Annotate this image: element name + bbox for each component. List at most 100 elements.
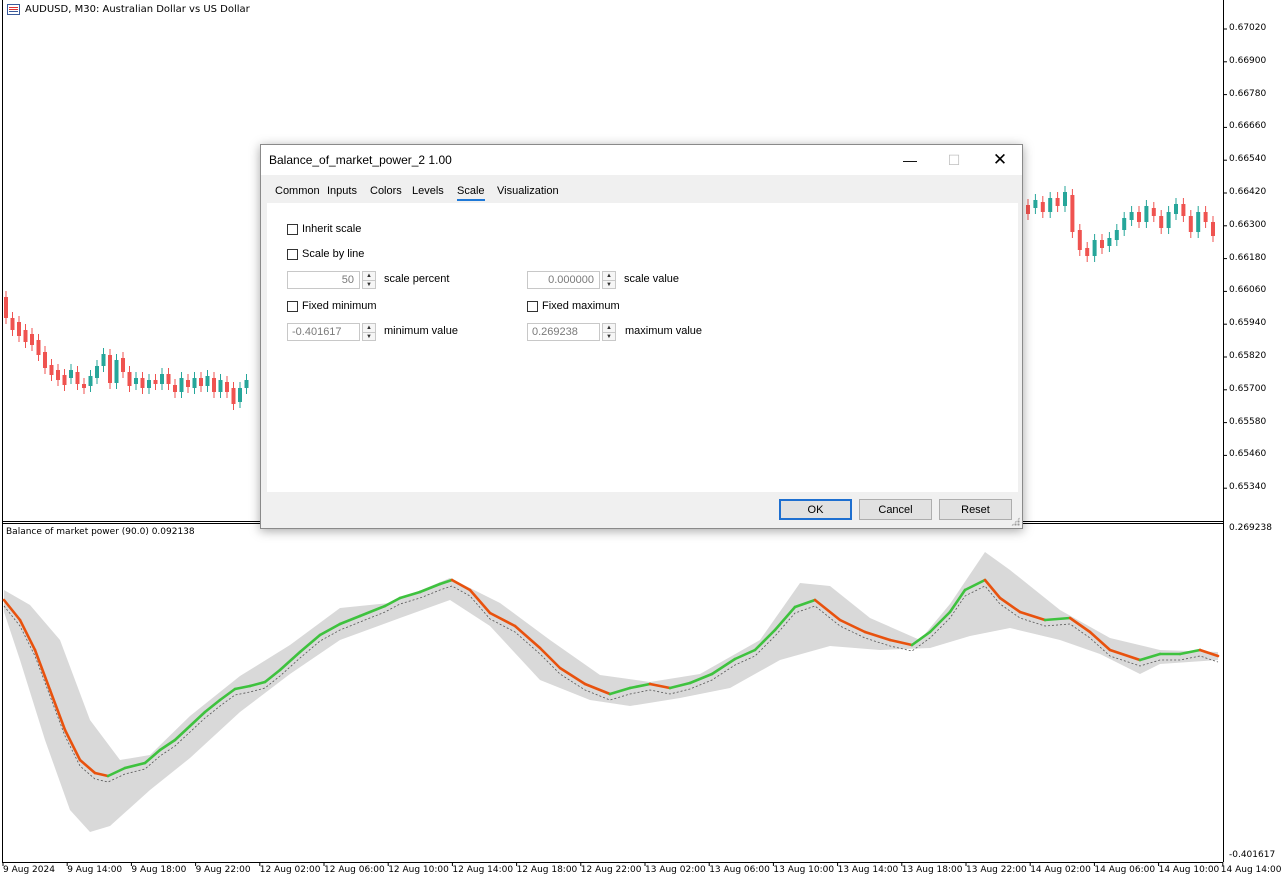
bullish-candle — [160, 374, 164, 384]
time-tick-label: 14 Aug 14:00 — [1220, 865, 1281, 875]
tab-common[interactable]: Common — [275, 185, 320, 197]
price-tick-label: 0.66060 — [1229, 285, 1267, 296]
bullish-candle — [1196, 212, 1201, 232]
price-tick-label: 0.65460 — [1229, 449, 1267, 460]
bearish-candle — [17, 322, 21, 336]
bullish-candle — [95, 366, 99, 378]
price-tick-label: 0.66300 — [1229, 219, 1267, 230]
scale-percent-spinner[interactable]: 50 ▲ ▼ — [287, 271, 376, 289]
time-tick-label: 14 Aug 10:00 — [1158, 865, 1220, 875]
bearish-candle — [82, 384, 86, 388]
cancel-button[interactable]: Cancel — [859, 499, 932, 520]
bullish-candle — [218, 380, 223, 392]
maximum-value-spinner[interactable]: 0.269238 ▲ ▼ — [527, 323, 616, 341]
indicator-label: Balance of market power (90.0) 0.092138 — [6, 527, 195, 537]
spinner-arrows-icon[interactable]: ▲ ▼ — [602, 323, 616, 341]
tab-inputs[interactable]: Inputs — [327, 185, 357, 197]
time-tick-label: 12 Aug 02:00 — [259, 865, 321, 875]
close-icon[interactable]: ✕ — [977, 145, 1023, 175]
bearish-candle — [1040, 202, 1045, 212]
inherit-scale-checkbox[interactable]: Inherit scale — [287, 223, 361, 235]
minimum-value-spinner[interactable]: -0.401617 ▲ ▼ — [287, 323, 376, 341]
maximize-icon: ☐ — [947, 151, 961, 168]
checkbox-box[interactable] — [287, 223, 298, 235]
time-tick-label: 12 Aug 06:00 — [324, 865, 385, 875]
time-tick-label: 14 Aug 02:00 — [1030, 865, 1091, 875]
checkbox-box[interactable] — [287, 248, 298, 260]
dialog-titlebar[interactable]: Balance_of_market_power_2 1.00 — ☐ ✕ — [261, 145, 1022, 175]
bearish-candle — [1085, 248, 1090, 256]
fixed-maximum-checkbox[interactable]: Fixed maximum — [527, 300, 620, 312]
bearish-candle — [62, 375, 67, 385]
bearish-candle — [231, 388, 236, 404]
minimum-value-input[interactable]: -0.401617 — [287, 323, 360, 341]
bearish-candle — [43, 352, 47, 368]
bullish-candle — [244, 380, 249, 388]
bullish-candle — [1144, 206, 1149, 222]
bearish-candle — [1055, 198, 1060, 206]
bullish-candle — [134, 378, 138, 384]
bearish-candle — [23, 330, 28, 342]
tab-scale[interactable]: Scale — [457, 185, 485, 201]
minimize-icon[interactable]: — — [887, 145, 933, 175]
bearish-candle — [1188, 216, 1193, 232]
spinner-arrows-icon[interactable]: ▲ ▼ — [362, 323, 376, 341]
bullish-candle — [101, 354, 106, 366]
maximum-value-input[interactable]: 0.269238 — [527, 323, 600, 341]
bearish-candle — [4, 297, 8, 318]
scale-by-line-checkbox[interactable]: Scale by line — [287, 248, 364, 260]
scale-percent-input[interactable]: 50 — [287, 271, 360, 289]
bearish-candle — [1100, 240, 1104, 248]
price-tick-label: 0.65580 — [1229, 416, 1267, 427]
price-tick-label: 0.66180 — [1229, 252, 1267, 263]
price-tick-label: 0.65940 — [1229, 318, 1267, 329]
bullish-candle — [1129, 212, 1134, 220]
price-tick-label: 0.67020 — [1229, 23, 1267, 33]
fixed-minimum-label: Fixed minimum — [302, 300, 377, 312]
scale-value-label: scale value — [624, 273, 680, 285]
tab-visualization[interactable]: Visualization — [497, 185, 559, 197]
bearish-candle — [186, 380, 190, 387]
indicator-max-label: 0.269238 — [1229, 523, 1272, 533]
resize-grip-icon[interactable] — [1011, 517, 1020, 526]
bullish-candle — [147, 380, 151, 388]
dialog-title: Balance_of_market_power_2 1.00 — [269, 153, 452, 167]
price-tick-label: 0.66660 — [1229, 121, 1267, 132]
bearish-candle — [1181, 204, 1186, 216]
fixed-minimum-checkbox[interactable]: Fixed minimum — [287, 300, 377, 312]
bearish-candle — [166, 374, 171, 384]
bullish-candle — [205, 376, 210, 386]
bullish-candle — [1048, 198, 1053, 212]
time-tick-label: 13 Aug 10:00 — [773, 865, 835, 875]
bearish-candle — [36, 340, 41, 355]
bullish-candle — [69, 370, 73, 378]
indicator-properties-dialog: Balance_of_market_power_2 1.00 — ☐ ✕ Com… — [260, 144, 1023, 529]
fixed-maximum-label: Fixed maximum — [542, 300, 620, 312]
bearish-candle — [1151, 208, 1156, 216]
ok-button[interactable]: OK — [779, 499, 852, 520]
time-tick-label: 9 Aug 2024 — [3, 865, 55, 875]
bearish-candle — [1203, 212, 1208, 222]
bullish-candle — [192, 378, 197, 388]
time-tick-label: 9 Aug 18:00 — [131, 865, 187, 875]
checkbox-box[interactable] — [287, 300, 298, 312]
time-tick-label: 14 Aug 06:00 — [1094, 865, 1156, 875]
indicator-min-label: -0.401617 — [1229, 850, 1276, 860]
time-tick-label: 12 Aug 18:00 — [516, 865, 578, 875]
checkbox-box[interactable] — [527, 300, 538, 312]
chart-title: AUDUSD, M30: Australian Dollar vs US Dol… — [25, 4, 250, 15]
bullish-candle — [238, 388, 242, 402]
scale-value-input[interactable]: 0.000000 — [527, 271, 600, 289]
bearish-candle — [121, 358, 125, 372]
maximum-value-label: maximum value — [625, 325, 703, 337]
tab-levels[interactable]: Levels — [412, 185, 444, 197]
scale-value-spinner[interactable]: 0.000000 ▲ ▼ — [527, 271, 616, 289]
bearish-candle — [1026, 205, 1030, 214]
bullish-candle — [1114, 230, 1119, 240]
bearish-candle — [1159, 216, 1164, 228]
tab-colors[interactable]: Colors — [370, 185, 402, 197]
reset-button[interactable]: Reset — [939, 499, 1012, 520]
spinner-arrows-icon[interactable]: ▲ ▼ — [602, 271, 616, 289]
indicator-band — [4, 552, 1218, 832]
spinner-arrows-icon[interactable]: ▲ ▼ — [362, 271, 376, 289]
